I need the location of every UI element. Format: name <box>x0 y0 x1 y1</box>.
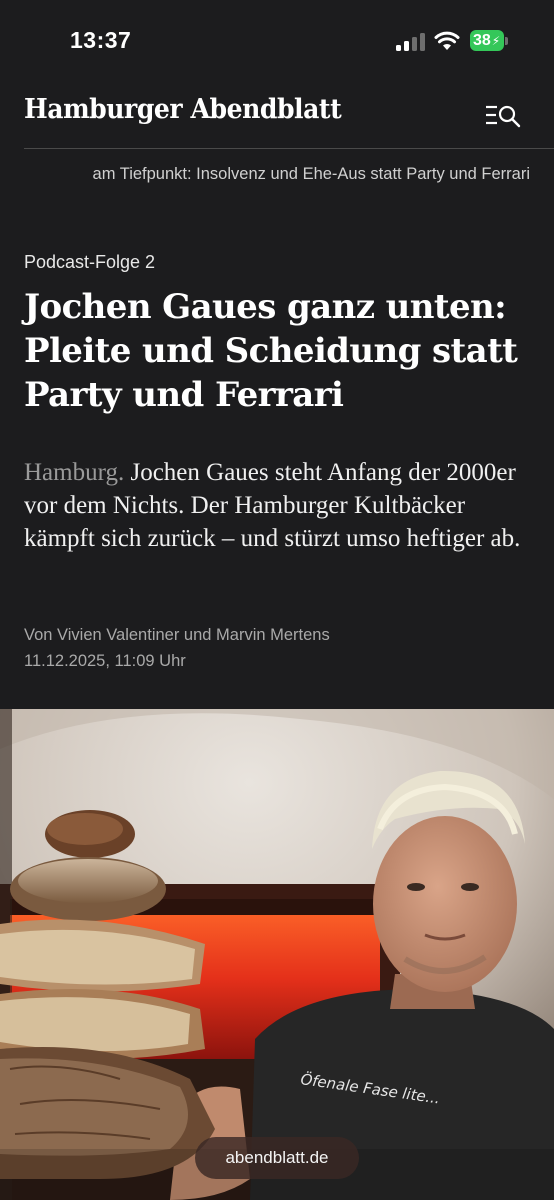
hero-photo: Öfenale Fase lite... <box>0 709 554 1200</box>
wifi-icon <box>434 31 460 50</box>
article-teaser: Hamburg. Jochen Gaues steht Anfang der 2… <box>24 456 524 555</box>
article-headline: Jochen Gaues ganz unten: Pleite und Sche… <box>24 287 518 415</box>
signal-icon <box>396 33 426 51</box>
status-bar: 13:37 38 ⚡ <box>0 0 554 84</box>
article-kicker: Podcast-Folge 2 <box>24 252 156 272</box>
battery-cap <box>505 37 508 45</box>
article-dateline: Hamburg. <box>24 459 125 486</box>
status-time: 13:37 <box>70 27 132 53</box>
battery-level: 38 <box>473 31 491 49</box>
battery-icon: 38 ⚡ <box>470 30 504 51</box>
news-ticker[interactable]: am Tiefpunkt: Insolvenz und Ehe-Aus stat… <box>0 160 554 192</box>
ticker-fade <box>0 160 70 192</box>
menu-search-icon[interactable] <box>484 102 522 130</box>
hero-image[interactable]: Öfenale Fase lite... <box>0 709 554 1200</box>
masthead: Hamburger Abendblatt <box>0 84 554 148</box>
header-divider <box>24 148 554 149</box>
article-authors[interactable]: Von Vivien Valentiner und Marvin Mertens <box>24 626 330 645</box>
article-date: 11.12.2025, 11:09 Uhr <box>24 652 186 670</box>
browser-url-pill[interactable]: abendblatt.de <box>195 1137 359 1179</box>
ticker-text[interactable]: am Tiefpunkt: Insolvenz und Ehe-Aus stat… <box>93 165 530 184</box>
site-logo[interactable]: Hamburger Abendblatt <box>24 94 342 125</box>
